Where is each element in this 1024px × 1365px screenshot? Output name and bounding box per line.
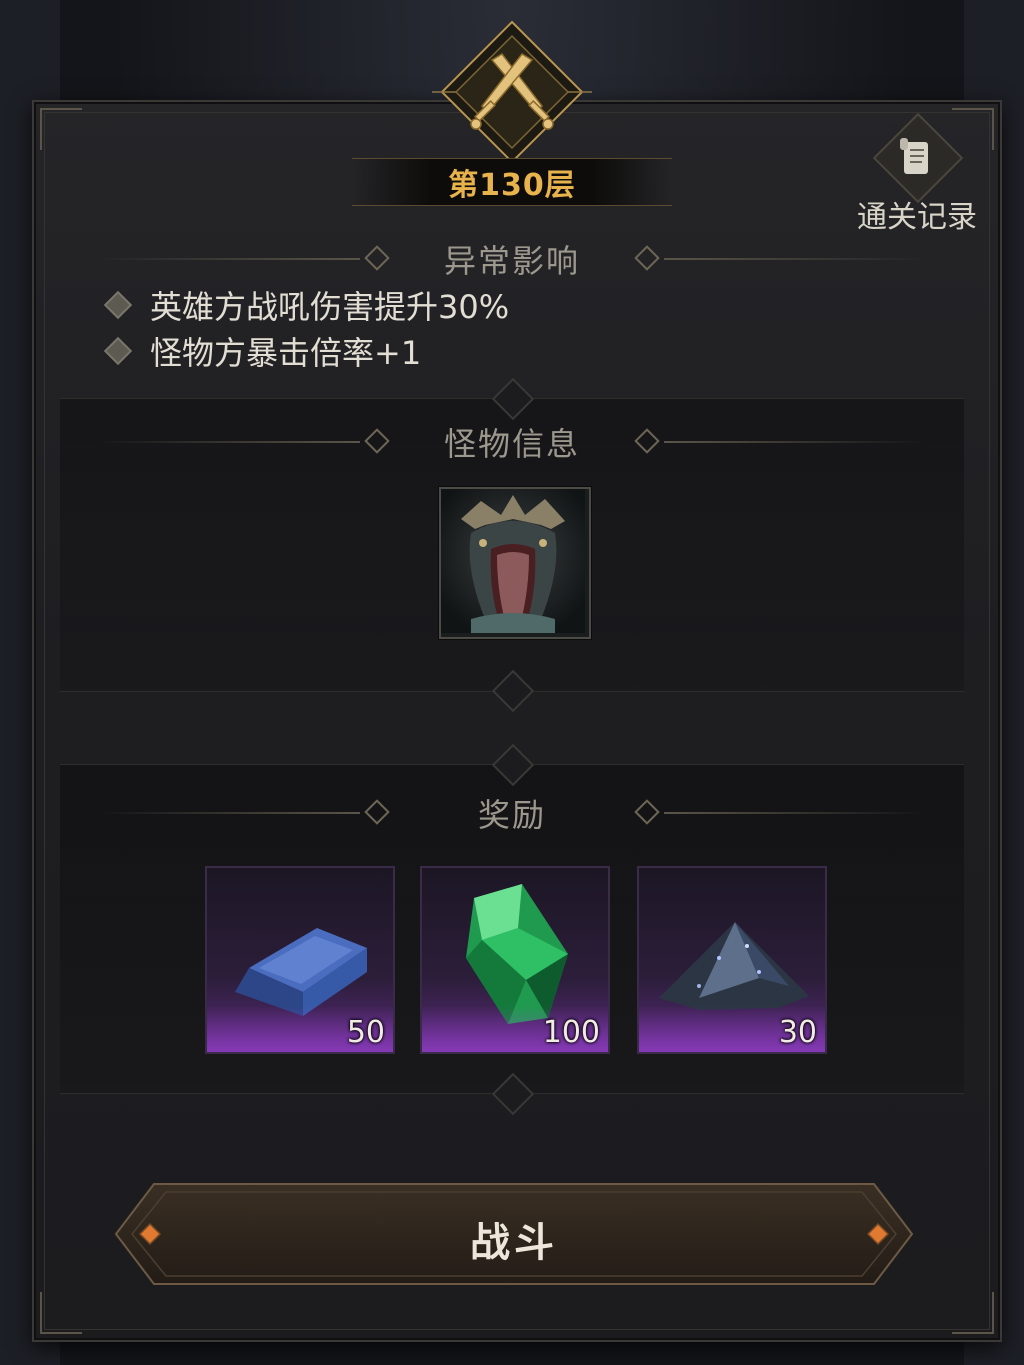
diamond-bullet-icon <box>103 290 133 320</box>
scroll-icon <box>900 138 928 174</box>
divider-diamond <box>634 799 660 825</box>
reward-count: 30 <box>778 1015 817 1050</box>
diamond-bullet-icon <box>103 336 133 366</box>
divider-diamond <box>364 799 390 825</box>
anomaly-section-header: 异常影响 <box>90 239 934 280</box>
divider-diamond <box>364 428 390 454</box>
reward-item-green-crystal[interactable]: 100 <box>420 866 610 1054</box>
monster-info-title: 怪物信息 <box>443 425 580 463</box>
reward-item-blue-ingot[interactable]: 50 <box>205 866 395 1054</box>
clear-records-button[interactable]: 通关记录 <box>842 112 992 236</box>
corner-ornament <box>40 108 82 150</box>
rewards-title: 奖励 <box>477 796 546 834</box>
anomaly-effect-text: 怪物方暴击倍率+1 <box>150 334 422 372</box>
anomaly-title: 异常影响 <box>443 242 580 280</box>
divider-line <box>100 812 360 814</box>
divider-line <box>664 812 924 814</box>
divider-line <box>100 441 360 443</box>
rewards-section-header: 奖励 <box>90 793 934 834</box>
anomaly-effect-item: 英雄方战吼伤害提升30% <box>100 282 509 328</box>
divider-diamond <box>364 245 390 271</box>
anomaly-effect-text: 英雄方战吼伤害提升30% <box>150 288 510 326</box>
fight-button[interactable]: 战斗 <box>114 1180 914 1288</box>
floor-banner: 第130层 <box>352 158 672 206</box>
crossed-swords-icon <box>432 20 592 164</box>
reward-item-dark-ore-pile[interactable]: 30 <box>637 866 827 1054</box>
fight-button-label: 战斗 <box>470 1220 558 1266</box>
reward-count: 100 <box>542 1015 600 1050</box>
reward-count: 50 <box>346 1015 385 1050</box>
anomaly-effect-item: 怪物方暴击倍率+1 <box>100 328 509 374</box>
corner-ornament <box>952 1292 994 1334</box>
clear-records-label: 通关记录 <box>857 200 977 235</box>
divider-diamond <box>634 428 660 454</box>
monster-portrait[interactable] <box>439 487 591 639</box>
divider-line <box>664 258 924 260</box>
monster-section-header: 怪物信息 <box>90 422 934 463</box>
floor-title: 第130层 <box>448 168 576 203</box>
divider-line <box>664 441 924 443</box>
anomaly-effect-list: 英雄方战吼伤害提升30% 怪物方暴击倍率+1 <box>100 282 509 374</box>
divider-line <box>100 258 360 260</box>
dragon-portrait-icon <box>441 489 585 633</box>
divider-diamond <box>634 245 660 271</box>
corner-ornament <box>40 1292 82 1334</box>
